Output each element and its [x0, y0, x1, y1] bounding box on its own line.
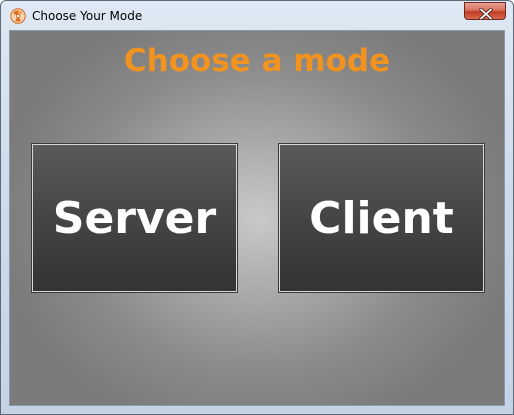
- client-button[interactable]: Client: [278, 143, 485, 293]
- server-button[interactable]: Server: [31, 143, 238, 293]
- window-title: Choose Your Mode: [32, 9, 143, 23]
- title-bar[interactable]: Choose Your Mode: [1, 1, 513, 31]
- radiation-icon: [10, 8, 26, 24]
- app-window: Choose Your Mode Choose a mode Server Cl…: [0, 0, 514, 415]
- mode-selection-panel: Choose a mode Server Client: [9, 30, 505, 406]
- close-button[interactable]: [464, 2, 506, 21]
- close-icon: [478, 5, 494, 21]
- page-title: Choose a mode: [123, 43, 391, 79]
